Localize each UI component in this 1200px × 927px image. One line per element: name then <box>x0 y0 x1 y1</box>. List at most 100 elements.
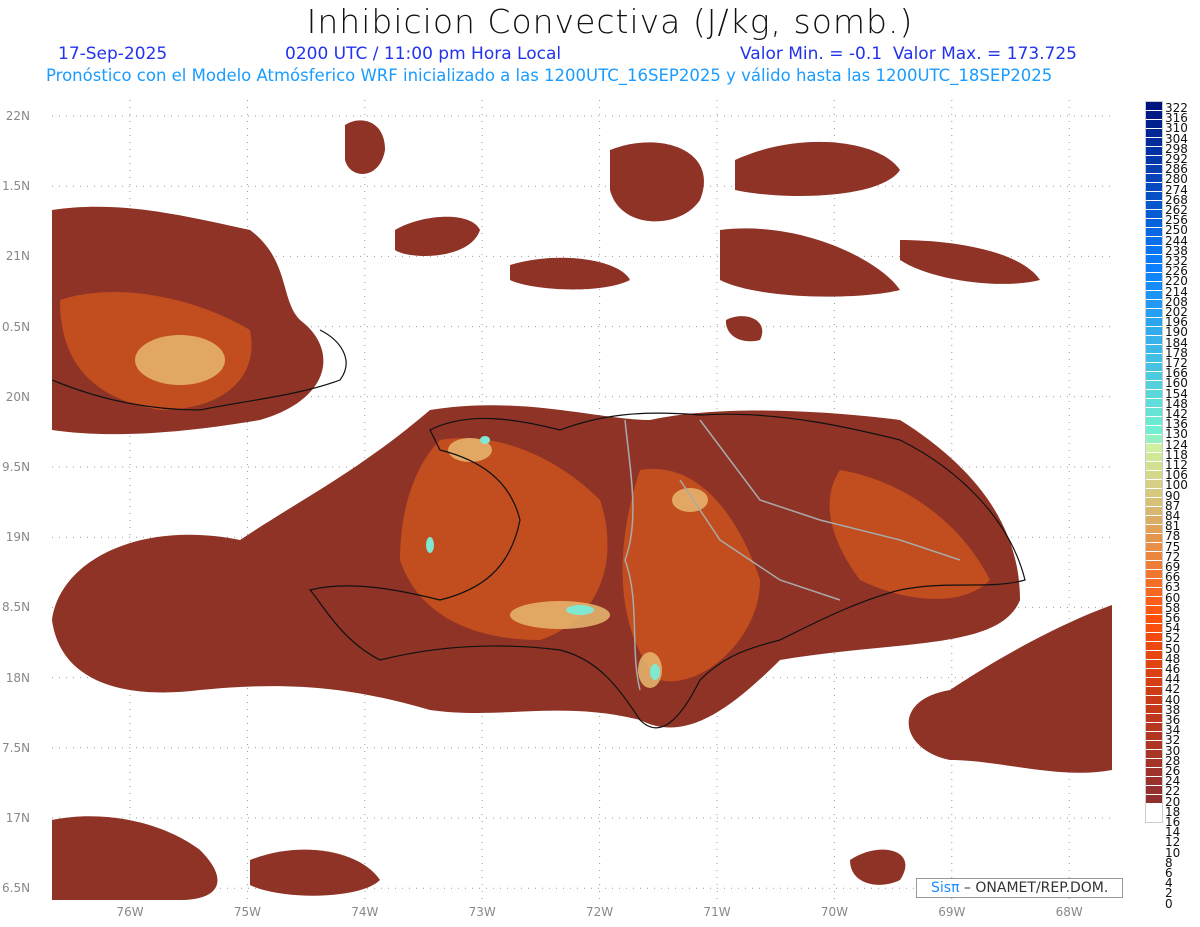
colorbar-swatch <box>1146 534 1162 543</box>
colorbar-swatch <box>1146 498 1162 507</box>
colorbar-swatch <box>1146 228 1162 237</box>
colorbar-swatch <box>1146 138 1162 147</box>
colorbar-swatch <box>1146 588 1162 597</box>
colorbar-swatch <box>1146 606 1162 615</box>
colorbar-swatch <box>1146 507 1162 516</box>
colorbar-swatch <box>1146 489 1162 498</box>
lat-label: 7.5N <box>2 740 31 755</box>
colorbar-swatch <box>1146 354 1162 363</box>
colorbar-swatch <box>1146 561 1162 570</box>
colorbar-swatch <box>1146 129 1162 138</box>
colorbar-swatch <box>1146 291 1162 300</box>
colorbar-swatch <box>1146 300 1162 309</box>
colorbar-swatch <box>1146 579 1162 588</box>
colorbar-swatch <box>1146 381 1162 390</box>
colorbar-swatch <box>1146 174 1162 183</box>
cin-map <box>51 99 1113 901</box>
colorbar-swatch <box>1146 417 1162 426</box>
colorbar-swatch <box>1146 714 1162 723</box>
colorbar-swatch <box>1146 102 1162 111</box>
colorbar-swatch <box>1146 705 1162 714</box>
lon-label: 76W <box>116 905 144 919</box>
colorbar-swatch <box>1146 633 1162 642</box>
colorbar-swatch <box>1146 264 1162 273</box>
colorbar-swatch <box>1146 444 1162 453</box>
lat-label: 6.5N <box>2 881 31 896</box>
lon-label: 68W <box>1055 905 1083 919</box>
colorbar-swatch <box>1146 426 1162 435</box>
colorbar-swatch <box>1146 615 1162 624</box>
lat-label: 22N <box>5 109 30 123</box>
colorbar-swatch <box>1146 210 1162 219</box>
colorbar-swatch <box>1146 237 1162 246</box>
lat-label: 8.5N <box>2 600 31 615</box>
colorbar-swatch <box>1146 777 1162 786</box>
colorbar-swatch <box>1146 786 1162 795</box>
lat-label: 0.5N <box>2 319 31 334</box>
colorbar-swatch <box>1146 309 1162 318</box>
colorbar <box>1145 101 1163 823</box>
colorbar-label: 0 <box>1165 896 1173 911</box>
colorbar-swatch <box>1146 597 1162 606</box>
lat-label: 18N <box>5 670 30 685</box>
colorbar-swatch <box>1146 273 1162 282</box>
colorbar-swatch <box>1146 525 1162 534</box>
colorbar-swatch <box>1146 255 1162 264</box>
colorbar-swatch <box>1146 282 1162 291</box>
lat-label: 19N <box>5 530 30 545</box>
colorbar-swatch <box>1146 732 1162 741</box>
lon-label: 72W <box>586 905 614 919</box>
colorbar-swatch <box>1146 246 1162 255</box>
colorbar-swatch <box>1146 147 1162 156</box>
lon-label: 74W <box>351 905 379 919</box>
colorbar-swatch <box>1146 111 1162 120</box>
lat-label: 20N <box>5 389 30 404</box>
colorbar-swatch <box>1146 543 1162 552</box>
lon-label: 73W <box>468 905 496 919</box>
colorbar-swatch <box>1146 156 1162 165</box>
colorbar-swatch <box>1146 687 1162 696</box>
colorbar-swatch <box>1146 516 1162 525</box>
lat-label: 1.5N <box>2 179 31 194</box>
colorbar-swatch <box>1146 318 1162 327</box>
colorbar-swatch <box>1146 660 1162 669</box>
colorbar-swatch <box>1146 795 1162 804</box>
colorbar-swatch <box>1146 723 1162 732</box>
colorbar-swatch <box>1146 678 1162 687</box>
colorbar-swatch <box>1146 219 1162 228</box>
colorbar-swatch <box>1146 471 1162 480</box>
credit-text: – ONAMET/REP.DOM. <box>959 880 1109 896</box>
colorbar-swatch <box>1146 327 1162 336</box>
colorbar-swatch <box>1146 165 1162 174</box>
sispi-logo: Sisπ <box>931 880 960 896</box>
colorbar-swatch <box>1146 570 1162 579</box>
colorbar-swatch <box>1146 390 1162 399</box>
colorbar-swatch <box>1146 408 1162 417</box>
colorbar-swatch <box>1146 669 1162 678</box>
lon-label: 71W <box>703 905 731 919</box>
colorbar-swatch <box>1146 480 1162 489</box>
lat-label: 9.5N <box>2 460 31 474</box>
colorbar-swatch <box>1146 759 1162 768</box>
colorbar-swatch <box>1146 336 1162 345</box>
colorbar-swatch <box>1146 372 1162 381</box>
colorbar-swatch <box>1146 651 1162 660</box>
colorbar-swatch <box>1146 741 1162 750</box>
credit-box: Sisπ – ONAMET/REP.DOM. <box>916 878 1123 898</box>
colorbar-swatch <box>1146 642 1162 651</box>
colorbar-swatch <box>1146 552 1162 561</box>
lat-label: 17N <box>5 811 30 825</box>
colorbar-swatch <box>1146 399 1162 408</box>
colorbar-swatch <box>1146 462 1162 471</box>
colorbar-swatch <box>1146 201 1162 210</box>
colorbar-swatch <box>1146 120 1162 129</box>
colorbar-swatch <box>1146 804 1162 822</box>
colorbar-swatch <box>1146 696 1162 705</box>
colorbar-swatch <box>1146 453 1162 462</box>
colorbar-swatch <box>1146 750 1162 759</box>
lon-label: 69W <box>938 905 966 919</box>
colorbar-swatch <box>1146 363 1162 372</box>
lon-label: 70W <box>820 905 848 919</box>
colorbar-swatch <box>1146 768 1162 777</box>
colorbar-swatch <box>1146 435 1162 444</box>
